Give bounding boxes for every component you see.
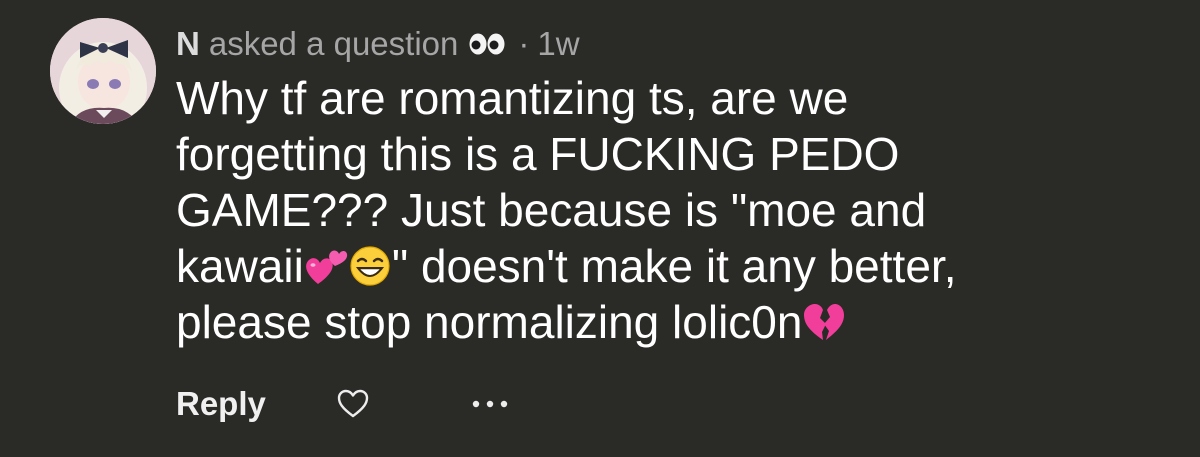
broken-heart-icon [804,304,845,340]
comment-line: please stop normalizing lolic0n [176,294,1176,350]
action-text: asked a question [208,25,459,62]
avatar[interactable] [50,18,156,124]
comment-line-segment: please stop normalizing lolic0n [176,296,803,348]
separator-dot: · [518,25,530,62]
comment-card: N asked a question · 1w Why tf are roman… [0,0,1200,457]
comment-body: Why tf are romantizing ts, are we forget… [176,70,1176,350]
comment-line: forgetting this is a FUCKING PEDO [176,128,900,180]
two-hearts-icon [305,250,347,284]
username[interactable]: N [176,25,200,63]
more-dots-icon[interactable] [470,398,510,410]
timestamp: 1w [537,25,580,62]
comment-line: Why tf are romantizing ts, are we [176,72,849,124]
avatar-image [50,18,156,124]
comment-actions: Reply [176,382,510,426]
comment-line-segment: kawaii [176,240,304,292]
grinning-face-icon [350,246,390,286]
comment-header: N asked a question · 1w [176,24,580,64]
eyes-icon [469,33,505,55]
reply-button[interactable]: Reply [176,385,266,423]
comment-line-segment: " doesn't make it any better, [391,240,957,292]
comment-line: GAME??? Just because is "moe and [176,184,927,236]
heart-outline-icon[interactable] [336,388,370,420]
comment-line: kawaii " doesn't make it any better, [176,238,1176,294]
